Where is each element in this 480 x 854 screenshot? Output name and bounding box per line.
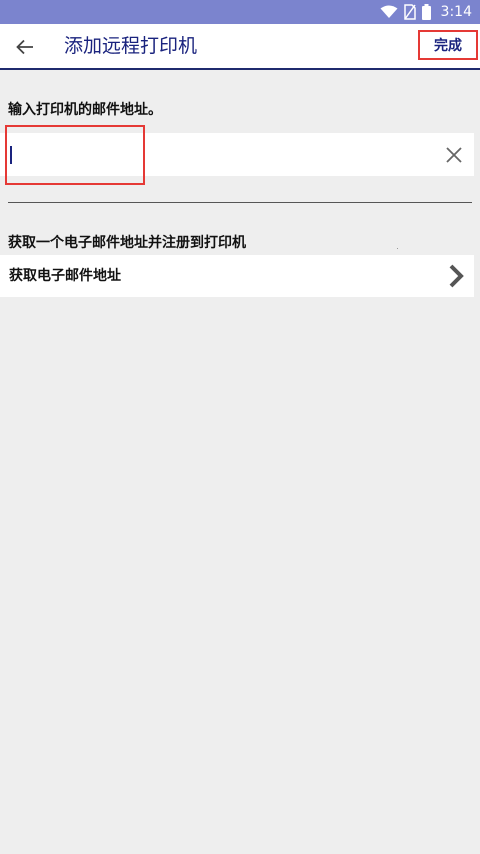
status-bar: 3:14 bbox=[0, 0, 480, 24]
divider bbox=[8, 202, 472, 203]
screen-speck bbox=[397, 248, 398, 249]
status-time: 3:14 bbox=[440, 4, 472, 20]
get-email-address-label: 获取电子邮件地址 bbox=[9, 268, 121, 284]
back-button[interactable] bbox=[10, 32, 40, 62]
page-title: 添加远程打印机 bbox=[64, 35, 198, 57]
close-icon bbox=[446, 147, 462, 163]
wifi-icon bbox=[380, 5, 398, 18]
chevron-right-icon bbox=[449, 264, 464, 288]
no-sim-icon bbox=[403, 4, 416, 20]
done-button[interactable]: 完成 bbox=[418, 30, 478, 60]
status-icons: 3:14 bbox=[380, 0, 472, 24]
get-email-address-item[interactable]: 获取电子邮件地址 bbox=[0, 255, 474, 297]
arrow-back-icon bbox=[16, 39, 33, 55]
focus-highlight bbox=[5, 125, 145, 185]
battery-icon bbox=[421, 4, 431, 20]
clear-button[interactable] bbox=[440, 141, 468, 169]
app-bar: 添加远程打印机 完成 bbox=[0, 24, 480, 70]
email-section-label: 输入打印机的邮件地址。 bbox=[8, 102, 162, 118]
get-email-section-label: 获取一个电子邮件地址并注册到打印机 bbox=[8, 235, 246, 251]
